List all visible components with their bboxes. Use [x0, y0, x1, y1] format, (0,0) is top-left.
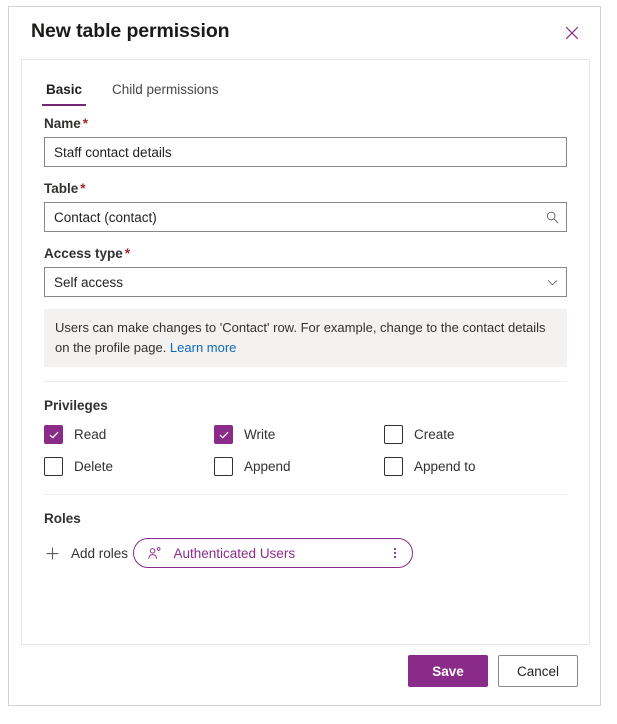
access-type-label-text: Access type	[44, 246, 123, 261]
learn-more-link[interactable]: Learn more	[170, 340, 236, 355]
privilege-append[interactable]: Append	[214, 457, 384, 476]
access-type-description-text: Users can make changes to 'Contact' row.…	[55, 320, 546, 355]
privilege-write[interactable]: Write	[214, 425, 384, 444]
checkbox-append-to[interactable]	[384, 457, 403, 476]
table-input[interactable]	[44, 202, 567, 232]
check-icon	[219, 431, 228, 438]
add-roles-label: Add roles	[71, 545, 129, 561]
name-required-marker: *	[82, 116, 89, 131]
name-label: Name *	[44, 116, 567, 131]
tab-child-permissions[interactable]: Child permissions	[108, 78, 223, 106]
table-input-wrap	[44, 202, 567, 232]
more-vertical-icon[interactable]	[384, 542, 406, 564]
checkbox-append[interactable]	[214, 457, 233, 476]
privilege-append-to-label: Append to	[414, 459, 476, 474]
more-vertical-icon-glyph	[393, 547, 396, 559]
plus-icon	[44, 545, 61, 562]
checkbox-write[interactable]	[214, 425, 233, 444]
search-icon[interactable]	[544, 209, 560, 225]
tab-basic[interactable]: Basic	[42, 78, 87, 106]
access-type-select-wrap	[44, 267, 567, 297]
user-role-icon	[147, 545, 163, 561]
role-pill-label: Authenticated Users	[173, 545, 296, 561]
new-table-permission-dialog: New table permission Basic Child permiss…	[8, 6, 601, 706]
table-label: Table *	[44, 181, 567, 196]
field-access-type: Access type *	[44, 246, 567, 297]
save-button[interactable]: Save	[408, 655, 488, 687]
privilege-create[interactable]: Create	[384, 425, 567, 444]
role-pill-content: Authenticated Users	[147, 545, 296, 561]
add-roles-button[interactable]: Add roles	[44, 545, 128, 562]
tab-bar: Basic Child permissions	[22, 66, 589, 106]
access-type-required-marker: *	[124, 246, 131, 261]
page-title: New table permission	[31, 20, 230, 42]
access-type-label: Access type *	[44, 246, 567, 261]
cancel-button[interactable]: Cancel	[498, 655, 578, 687]
chevron-down-icon[interactable]	[544, 274, 560, 290]
table-label-text: Table	[44, 181, 79, 196]
field-name: Name *	[44, 116, 567, 167]
privilege-write-label: Write	[244, 427, 276, 442]
user-role-icon-glyph	[148, 546, 161, 559]
privilege-append-label: Append	[244, 459, 291, 474]
access-type-select[interactable]	[44, 267, 567, 297]
checkbox-delete[interactable]	[44, 457, 63, 476]
form-body: Name* Table*	[22, 106, 589, 574]
field-table: Table *	[44, 181, 567, 232]
name-input-wrap	[44, 137, 567, 167]
close-icon[interactable]	[558, 19, 586, 47]
privileges-grid: Read Write Create Delete Append Append t…	[44, 425, 567, 476]
check-icon	[49, 431, 58, 438]
role-pill-authenticated-users[interactable]: Authenticated Users	[132, 538, 413, 568]
dialog-footer: Save Cancel	[21, 647, 590, 695]
name-label-text: Name	[44, 116, 81, 131]
section-divider-privileges	[44, 381, 567, 382]
privilege-read[interactable]: Read	[44, 425, 214, 444]
plus-icon-glyph	[46, 547, 59, 559]
privilege-append-to[interactable]: Append to	[384, 457, 567, 476]
dialog-header: New table permission	[9, 7, 600, 56]
dialog-content-card: Basic Child permissions Name* Table*	[21, 59, 590, 645]
close-icon-glyph	[565, 26, 579, 40]
privileges-title: Privileges	[44, 398, 108, 413]
privilege-delete-label: Delete	[74, 459, 114, 474]
privilege-delete[interactable]: Delete	[44, 457, 214, 476]
name-input[interactable]	[44, 137, 567, 167]
privilege-create-label: Create	[414, 427, 455, 442]
roles-title: Roles	[44, 511, 81, 526]
access-type-description: Users can make changes to 'Contact' row.…	[44, 309, 567, 367]
section-divider-roles	[44, 494, 567, 495]
checkbox-create[interactable]	[384, 425, 403, 444]
checkbox-read[interactable]	[44, 425, 63, 444]
chevron-down-icon-glyph	[547, 279, 557, 285]
table-required-marker: *	[80, 181, 86, 196]
search-icon-glyph	[546, 211, 558, 223]
privilege-read-label: Read	[74, 427, 107, 442]
